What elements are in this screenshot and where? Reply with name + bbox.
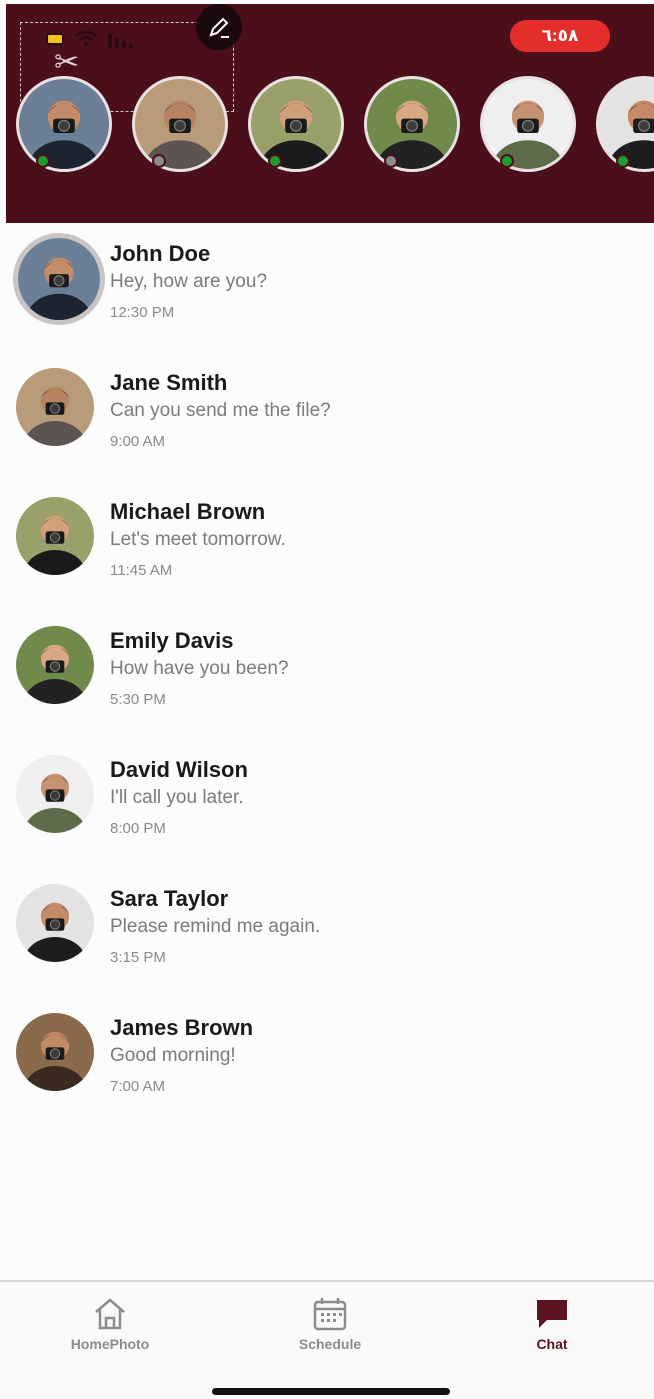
avatar bbox=[16, 368, 94, 446]
avatar bbox=[16, 1013, 94, 1091]
nav-schedule-label: Schedule bbox=[298, 1336, 362, 1352]
chat-bubble-icon bbox=[537, 1300, 567, 1328]
story-avatar[interactable] bbox=[132, 76, 228, 172]
avatar bbox=[16, 755, 94, 833]
story-avatar[interactable] bbox=[480, 76, 576, 172]
last-message: Please remind me again. bbox=[110, 916, 321, 937]
battery-icon bbox=[46, 33, 64, 45]
contact-name: James Brown bbox=[110, 1015, 254, 1040]
message-time: 3:15 PM bbox=[110, 949, 166, 966]
avatar bbox=[16, 626, 94, 704]
chat-text-block: John Doe Hey, how are you? 12:30 PM bbox=[110, 241, 267, 324]
avatar bbox=[367, 79, 457, 169]
nav-chat[interactable]: Chat bbox=[482, 1296, 622, 1352]
contact-name: David Wilson bbox=[110, 757, 248, 782]
chat-list-item[interactable]: Emily Davis How have you been? 5:30 PM bbox=[0, 610, 654, 739]
last-message: Let's meet tomorrow. bbox=[110, 529, 286, 550]
chat-list-item[interactable]: Michael Brown Let's meet tomorrow. 11:45 A… bbox=[0, 481, 654, 610]
story-avatar[interactable] bbox=[248, 76, 344, 172]
avatar bbox=[16, 884, 94, 962]
edit-pencil-button[interactable] bbox=[196, 4, 242, 50]
chat-text-block: David Wilson I'll call you later. 8:00 PM bbox=[110, 757, 248, 840]
message-time: 12:30 PM bbox=[110, 304, 175, 321]
scissors-icon: ✂ bbox=[54, 46, 80, 79]
nav-schedule[interactable]: Schedule bbox=[260, 1296, 400, 1352]
chat-text-block: Jane Smith Can you send me the file? 9:00 … bbox=[110, 370, 331, 453]
chat-list-item[interactable]: Jane Smith Can you send me the file? 9:00 … bbox=[0, 352, 654, 481]
online-dot-icon bbox=[616, 154, 630, 168]
story-avatar[interactable] bbox=[16, 76, 112, 172]
signal-icon bbox=[108, 30, 134, 48]
chat-list: John Doe Hey, how are you? 12:30 PM Jane Sm… bbox=[0, 223, 654, 1126]
chat-text-block: Sara Taylor Please remind me again. 3:15 P… bbox=[110, 886, 320, 969]
story-ring bbox=[16, 76, 112, 172]
home-icon bbox=[95, 1298, 125, 1330]
online-dot-icon bbox=[268, 154, 282, 168]
story-ring bbox=[248, 76, 344, 172]
story-ring bbox=[480, 76, 576, 172]
avatar bbox=[19, 79, 109, 169]
pencil-icon bbox=[209, 17, 229, 38]
last-message: How have you been? bbox=[110, 658, 289, 679]
message-time: 5:30 PM bbox=[110, 691, 166, 708]
avatar bbox=[251, 79, 341, 169]
chat-text-block: Emily Davis How have you been? 5:30 PM bbox=[110, 628, 289, 711]
status-time-pill: ٦:٥٨ bbox=[510, 20, 610, 52]
chat-text-block: Michael Brown Let's meet tomorrow. 11:45 A… bbox=[110, 499, 286, 582]
last-message: Hey, how are you? bbox=[110, 271, 268, 292]
offline-dot-icon bbox=[152, 154, 166, 168]
avatar bbox=[483, 79, 573, 169]
bottom-navigation: HomePhoto Schedule Chat bbox=[0, 1280, 654, 1399]
story-ring bbox=[132, 76, 228, 172]
contact-name: Jane Smith bbox=[110, 370, 228, 395]
last-message: Good morning! bbox=[110, 1045, 236, 1066]
nav-home[interactable]: HomePhoto bbox=[40, 1296, 180, 1352]
stories-header: ٦:٥٨ ✂ bbox=[6, 4, 654, 223]
story-avatar[interactable] bbox=[596, 76, 654, 172]
contact-name: Emily Davis bbox=[110, 628, 234, 653]
calendar-icon bbox=[313, 1298, 347, 1331]
chat-list-item[interactable]: James Brown Good morning! 7:00 AM bbox=[0, 997, 654, 1126]
avatar bbox=[13, 233, 105, 325]
avatar bbox=[16, 497, 94, 575]
offline-dot-icon bbox=[384, 154, 398, 168]
message-time: 7:00 AM bbox=[110, 1078, 166, 1095]
message-time: 11:45 AM bbox=[110, 562, 173, 579]
nav-home-label: HomePhoto bbox=[70, 1336, 150, 1352]
contact-name: Sara Taylor bbox=[110, 886, 229, 911]
stories-row[interactable] bbox=[16, 76, 654, 172]
chat-list-item[interactable]: John Doe Hey, how are you? 12:30 PM bbox=[0, 223, 654, 352]
contact-name: John Doe bbox=[110, 241, 211, 266]
message-time: 9:00 AM bbox=[110, 433, 166, 450]
story-avatar[interactable] bbox=[364, 76, 460, 172]
last-message: I'll call you later. bbox=[110, 787, 244, 808]
nav-chat-label: Chat bbox=[536, 1336, 568, 1352]
avatar bbox=[135, 79, 225, 169]
story-ring bbox=[364, 76, 460, 172]
online-dot-icon bbox=[500, 154, 514, 168]
chat-list-item[interactable]: David Wilson I'll call you later. 8:00 PM bbox=[0, 739, 654, 868]
message-time: 8:00 PM bbox=[110, 820, 166, 837]
home-indicator[interactable] bbox=[212, 1388, 450, 1395]
chat-text-block: James Brown Good morning! 7:00 AM bbox=[110, 1015, 253, 1098]
online-dot-icon bbox=[36, 154, 50, 168]
contact-name: Michael Brown bbox=[110, 499, 266, 524]
last-message: Can you send me the file? bbox=[110, 400, 331, 421]
chat-list-item[interactable]: Sara Taylor Please remind me again. 3:15 P… bbox=[0, 868, 654, 997]
